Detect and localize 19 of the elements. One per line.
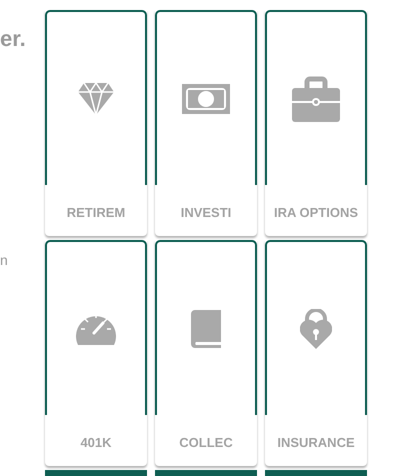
tile-label: INVESTI [180, 204, 232, 222]
tile-label: 401K [80, 434, 112, 452]
tile-card[interactable]: INSURANCE [265, 240, 367, 466]
heart-padlock-icon [300, 308, 332, 348]
tile-card[interactable]: INVESTI [155, 10, 257, 236]
diamond-icon [78, 82, 114, 114]
tile-card[interactable]: COLLEC [155, 240, 257, 466]
tile-card[interactable]: 401K [45, 240, 147, 466]
tile-label: COLLEC [179, 434, 233, 452]
tile-label: INSURANCE [277, 434, 355, 452]
book-icon [191, 310, 221, 348]
tile-card[interactable]: IRA OPTIONS [265, 10, 367, 236]
heading-fragment: er. [0, 28, 26, 50]
banknote-icon [182, 84, 230, 114]
tile-label: RETIREM [66, 204, 126, 222]
tile-card[interactable]: RETIREM [45, 10, 147, 236]
toolbox-icon [292, 76, 340, 122]
text-fragment: n [0, 253, 8, 267]
tile-label: IRA OPTIONS [274, 204, 358, 222]
